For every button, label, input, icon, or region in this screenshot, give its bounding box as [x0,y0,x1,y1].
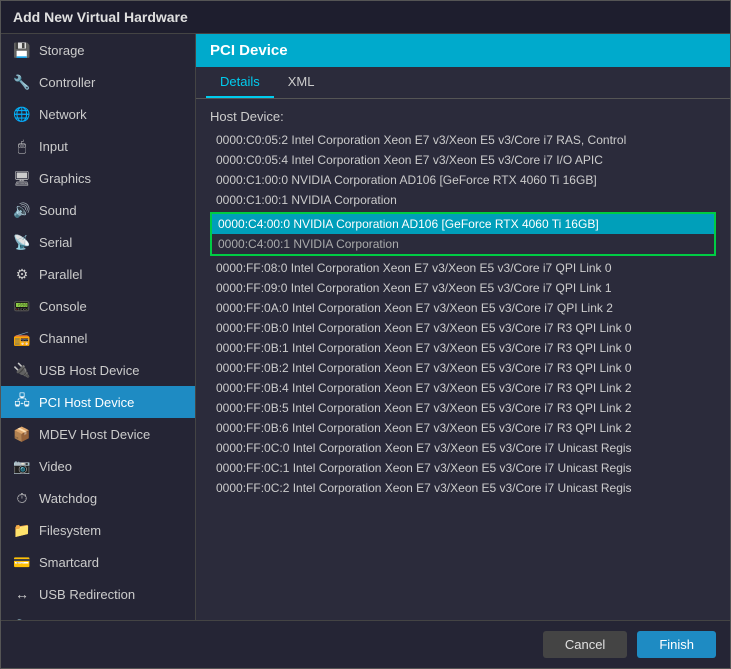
sidebar-item-channel[interactable]: 📻 Channel [1,322,195,354]
sidebar-label-9: Channel [39,331,87,346]
cancel-button[interactable]: Cancel [543,631,627,658]
host-device-label: Host Device: [210,109,716,124]
dialog-title: Add New Virtual Hardware [1,1,730,34]
sidebar-icon-17: ↔ [13,585,31,603]
sidebar-item-sound[interactable]: 🔊 Sound [1,194,195,226]
device-list-item[interactable]: 0000:C0:05:2 Intel Corporation Xeon E7 v… [210,130,716,150]
device-list-item[interactable]: 0000:C0:05:4 Intel Corporation Xeon E7 v… [210,150,716,170]
sidebar-item-graphics[interactable]: 🖥 Graphics [1,162,195,194]
sidebar-label-12: MDEV Host Device [39,427,150,442]
sidebar-label-5: Sound [39,203,77,218]
sidebar-icon-13: 📷 [13,457,31,475]
sidebar-label-1: Controller [39,75,95,90]
sidebar-item-parallel[interactable]: ⚙ Parallel [1,258,195,290]
device-list-item[interactable]: 0000:FF:0C:0 Intel Corporation Xeon E7 v… [210,438,716,458]
panel-header: PCI Device [196,34,730,67]
sidebar-label-4: Graphics [39,171,91,186]
finish-button[interactable]: Finish [637,631,716,658]
sidebar-label-6: Serial [39,235,72,250]
sidebar-item-network[interactable]: 🌐 Network [1,98,195,130]
sidebar-item-smartcard[interactable]: 💳 Smartcard [1,546,195,578]
sidebar-icon-1: 🔧 [13,73,31,91]
device-list-item[interactable]: 0000:C1:00:1 NVIDIA Corporation [210,190,716,210]
device-list-item[interactable]: 0000:FF:0B:0 Intel Corporation Xeon E7 v… [210,318,716,338]
sidebar-item-video[interactable]: 📷 Video [1,450,195,482]
sidebar-icon-2: 🌐 [13,105,31,123]
sidebar-item-storage[interactable]: 💾 Storage [1,34,195,66]
sidebar-icon-12: 📦 [13,425,31,443]
sidebar-label-17: USB Redirection [39,587,135,602]
device-list-item[interactable]: 0000:FF:09:0 Intel Corporation Xeon E7 v… [210,278,716,298]
sidebar-icon-7: ⚙ [13,265,31,283]
sidebar-label-2: Network [39,107,87,122]
sidebar-label-14: Watchdog [39,491,97,506]
sidebar: 💾 Storage 🔧 Controller 🌐 Network 🖱 Input 🖥 Graphi… [1,34,196,620]
dialog-footer: Cancel Finish [1,620,730,668]
dialog-content: 💾 Storage 🔧 Controller 🌐 Network 🖱 Input 🖥 Graphi… [1,34,730,620]
device-list-item[interactable]: 0000:FF:08:0 Intel Corporation Xeon E7 v… [210,258,716,278]
device-list-item[interactable]: 0000:FF:0B:6 Intel Corporation Xeon E7 v… [210,418,716,438]
sidebar-icon-5: 🔊 [13,201,31,219]
sidebar-label-16: Smartcard [39,555,99,570]
add-hardware-dialog: Add New Virtual Hardware 💾 Storage 🔧 Contro… [0,0,731,669]
sidebar-label-15: Filesystem [39,523,101,538]
sidebar-label-0: Storage [39,43,85,58]
sidebar-icon-15: 📁 [13,521,31,539]
device-list-item[interactable]: 0000:FF:0A:0 Intel Corporation Xeon E7 v… [210,298,716,318]
sidebar-item-serial[interactable]: 📡 Serial [1,226,195,258]
sidebar-item-usb-redirection[interactable]: ↔ USB Redirection [1,578,195,610]
device-list-item[interactable]: 0000:C4:00:1 NVIDIA Corporation [212,234,714,254]
device-list: 0000:C0:05:2 Intel Corporation Xeon E7 v… [210,130,716,498]
device-list-item[interactable]: 0000:FF:0B:2 Intel Corporation Xeon E7 v… [210,358,716,378]
sidebar-icon-10: 🔌 [13,361,31,379]
device-list-item[interactable]: 0000:C1:00:0 NVIDIA Corporation AD106 [G… [210,170,716,190]
sidebar-icon-3: 🖱 [13,137,31,155]
sidebar-item-usb-host-device[interactable]: 🔌 USB Host Device [1,354,195,386]
sidebar-icon-9: 📻 [13,329,31,347]
tab-bar: DetailsXML [196,67,730,99]
sidebar-icon-8: 📟 [13,297,31,315]
sidebar-icon-4: 🖥 [13,169,31,187]
sidebar-icon-6: 📡 [13,233,31,251]
sidebar-label-8: Console [39,299,87,314]
tab-details[interactable]: Details [206,67,274,98]
sidebar-item-controller[interactable]: 🔧 Controller [1,66,195,98]
sidebar-item-console[interactable]: 📟 Console [1,290,195,322]
device-list-item[interactable]: 0000:FF:0B:4 Intel Corporation Xeon E7 v… [210,378,716,398]
sidebar-icon-16: 💳 [13,553,31,571]
sidebar-label-11: PCI Host Device [39,395,134,410]
sidebar-label-3: Input [39,139,68,154]
device-list-item[interactable]: 0000:FF:0C:2 Intel Corporation Xeon E7 v… [210,478,716,498]
sidebar-item-tpm[interactable]: 🔐TPM [1,610,195,620]
sidebar-icon-0: 💾 [13,41,31,59]
sidebar-item-pci-host-device[interactable]: 🖧 PCI Host Device [1,386,195,418]
device-list-item[interactable]: 0000:FF:0B:1 Intel Corporation Xeon E7 v… [210,338,716,358]
sidebar-icon-11: 🖧 [13,393,31,411]
device-list-item[interactable]: 0000:C4:00:0 NVIDIA Corporation AD106 [G… [212,214,714,234]
sidebar-label-13: Video [39,459,72,474]
details-section: Host Device: 0000:C0:05:2 Intel Corporat… [196,99,730,620]
sidebar-label-10: USB Host Device [39,363,139,378]
tab-xml[interactable]: XML [274,67,329,98]
sidebar-item-input[interactable]: 🖱 Input [1,130,195,162]
main-panel: PCI Device DetailsXML Host Device: 0000:… [196,34,730,620]
device-list-item[interactable]: 0000:FF:0B:5 Intel Corporation Xeon E7 v… [210,398,716,418]
selected-device-group: 0000:C4:00:0 NVIDIA Corporation AD106 [G… [210,212,716,256]
sidebar-item-mdev-host-device[interactable]: 📦 MDEV Host Device [1,418,195,450]
sidebar-item-filesystem[interactable]: 📁 Filesystem [1,514,195,546]
device-list-item[interactable]: 0000:FF:0C:1 Intel Corporation Xeon E7 v… [210,458,716,478]
sidebar-label-7: Parallel [39,267,82,282]
sidebar-icon-14: ⏱ [13,489,31,507]
sidebar-item-watchdog[interactable]: ⏱ Watchdog [1,482,195,514]
